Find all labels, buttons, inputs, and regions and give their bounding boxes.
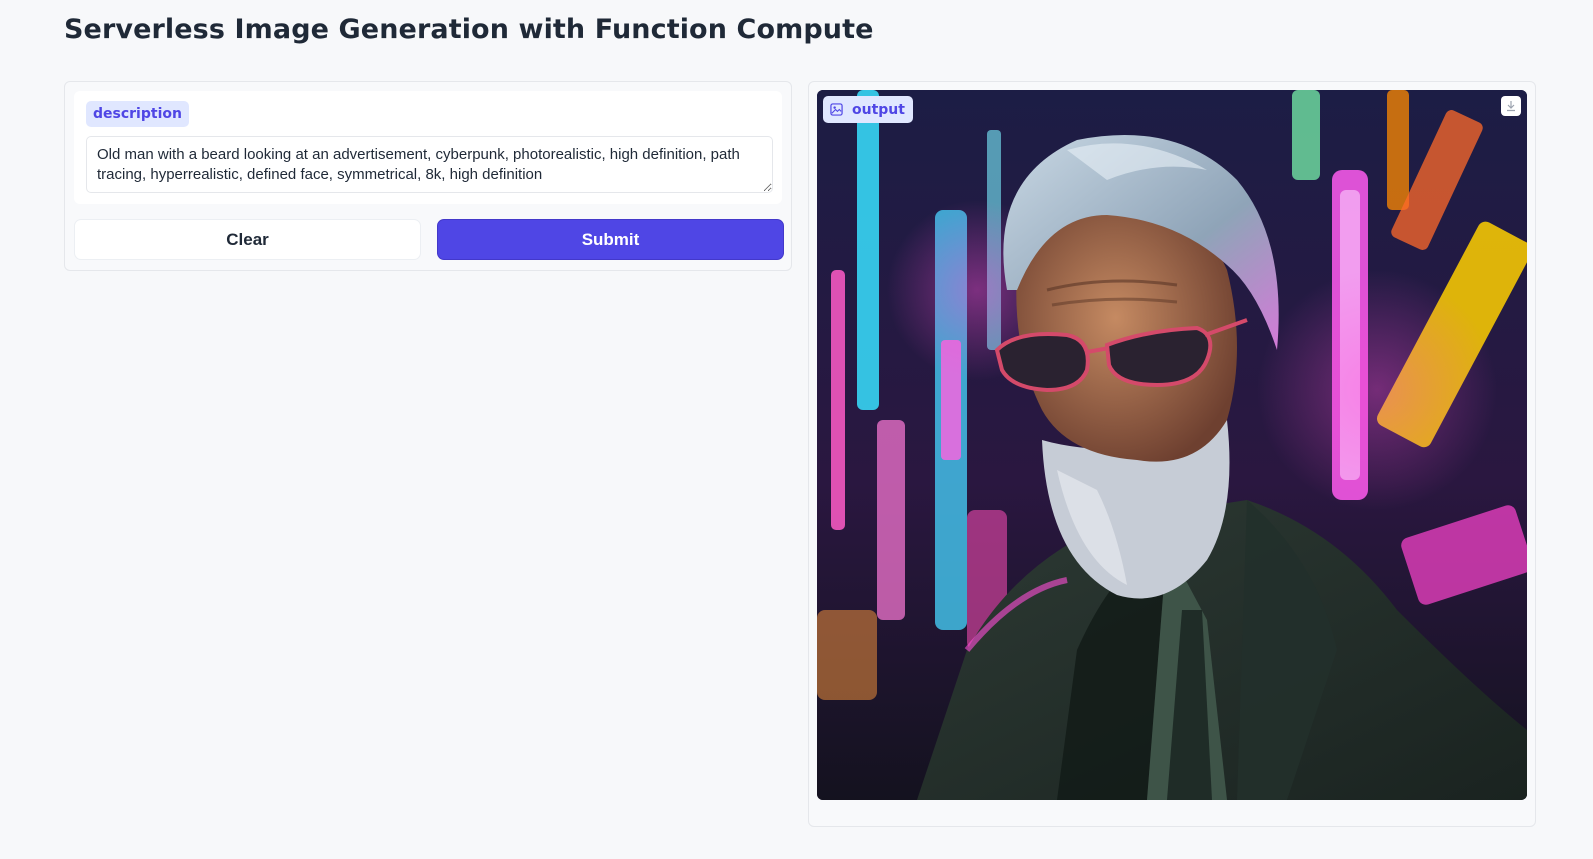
description-input[interactable]: Old man with a beard looking at an adver… — [86, 136, 773, 193]
download-icon — [1505, 100, 1517, 112]
description-label: description — [86, 101, 189, 127]
output-panel: output — [808, 81, 1536, 827]
input-panel: description Old man with a beard looking… — [64, 81, 792, 271]
generated-portrait-image — [817, 90, 1527, 800]
clear-button[interactable]: Clear — [74, 219, 421, 260]
download-button[interactable] — [1501, 96, 1521, 116]
submit-button[interactable]: Submit — [437, 219, 784, 260]
output-label: output — [823, 96, 913, 123]
output-image: output — [817, 90, 1527, 800]
description-block: description Old man with a beard looking… — [74, 91, 782, 204]
image-icon — [830, 103, 843, 116]
output-label-text: output — [852, 101, 905, 118]
page-title: Serverless Image Generation with Functio… — [64, 14, 874, 45]
